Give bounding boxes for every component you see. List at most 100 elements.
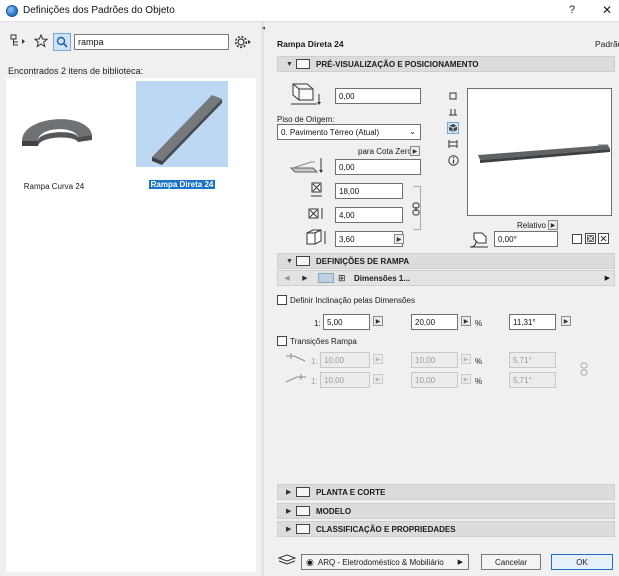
cota-zero-label: para Cota Zero <box>358 147 412 156</box>
transition-end-percent-arrow[interactable]: ▶ <box>461 374 471 384</box>
layer-select[interactable]: ◉ ARQ - Eletrodoméstico & Mobiliário ▶ <box>301 554 469 570</box>
window-title: Definições dos Padrões do Objeto <box>23 5 175 16</box>
section-title: PRÉ-VISUALIZAÇÃO E POSICIONAMENTO <box>316 59 479 69</box>
help-button[interactable]: ? <box>569 4 575 16</box>
plan-section-icon <box>296 487 310 497</box>
width-icon <box>310 181 324 199</box>
preview-canvas <box>467 88 612 216</box>
mirror-checkbox[interactable] <box>572 234 582 244</box>
slope-percent-arrow[interactable]: ▶ <box>461 316 471 326</box>
section-classification-header[interactable]: ▶ CLASSIFICAÇÃO E PROPRIEDADES <box>277 521 615 537</box>
height-value: 3,60 <box>339 235 355 244</box>
transition-link-icon[interactable] <box>579 354 589 384</box>
section-preview-header[interactable]: ▼ PRÉ-VISUALIZAÇÃO E POSICIONAMENTO <box>277 56 615 72</box>
library-item-straight-ramp[interactable]: Rampa Direta 24 <box>136 81 228 189</box>
mirror-y-icon <box>598 233 609 244</box>
height-arrow-toggle[interactable]: ▶ <box>394 234 404 244</box>
transitions-checkbox[interactable] <box>277 336 287 346</box>
slope-angle-arrow[interactable]: ▶ <box>561 316 571 326</box>
cota-elevation-icon <box>287 156 327 176</box>
slope-by-dimensions-checkbox[interactable] <box>277 295 287 305</box>
favorites-star-icon[interactable] <box>32 33 50 49</box>
rotation-angle-icon <box>468 229 492 249</box>
percent-unit: % <box>475 319 483 328</box>
transition-start-ratio-arrow[interactable]: ▶ <box>373 354 383 364</box>
title-bar: Definições dos Padrões do Objeto ? ✕ <box>0 0 619 22</box>
transition-start-ratio[interactable]: 10,00 <box>320 352 370 368</box>
section-ramp-header[interactable]: ▼ DEFINIÇÕES DE RAMPA <box>277 253 615 269</box>
slope-percent-field[interactable]: 20,00 <box>411 314 458 330</box>
section-model-header[interactable]: ▶ MODELO <box>277 503 615 519</box>
layer-value: ARQ - Eletrodoméstico & Mobiliário <box>317 557 444 567</box>
origin-story-value: 0. Pavimento Térreo (Atual) <box>281 128 380 137</box>
library-item-label: Rampa Curva 24 <box>23 182 85 191</box>
chevron-right-icon: ▶ <box>286 489 292 496</box>
height-field[interactable]: 3,60 <box>335 231 403 247</box>
slope-ratio-field[interactable]: 5,00 <box>323 314 370 330</box>
transition-start-angle[interactable]: 5,71° <box>509 352 556 368</box>
section-title: CLASSIFICAÇÃO E PROPRIEDADES <box>316 524 456 534</box>
previous-tab-icon[interactable]: ◀ <box>278 274 296 282</box>
chain-link-icon[interactable] <box>410 202 422 216</box>
transitions-label: Transições Rampa <box>290 337 357 346</box>
next-tab-icon[interactable]: ▶ <box>296 274 314 282</box>
transition-end-percent[interactable]: 10,00 <box>411 372 458 388</box>
section-plan-header[interactable]: ▶ PLANTA E CORTE <box>277 484 615 500</box>
ratio-prefix: 1: <box>314 319 321 328</box>
tab-menu-arrow-icon[interactable]: ▶ <box>605 274 610 282</box>
section-title: PLANTA E CORTE <box>316 487 386 497</box>
box-elevation-icon <box>287 80 325 110</box>
cancel-button[interactable]: Cancelar <box>481 554 541 570</box>
transition-start-percent[interactable]: 10,00 <box>411 352 458 368</box>
ratio-prefix: 1: <box>311 377 318 386</box>
relative-label: Relativo <box>517 221 546 230</box>
slope-ratio-arrow[interactable]: ▶ <box>373 316 383 326</box>
layer-icon <box>277 553 297 567</box>
info-icon[interactable] <box>447 154 459 166</box>
panel-splitter[interactable] <box>261 22 264 576</box>
search-input[interactable]: rampa <box>74 34 229 50</box>
cota-zero-field[interactable]: 0,00 <box>335 159 421 175</box>
settings-panel: Rampa Direta 24 Padrão ▼ PRÉ-VISUALIZAÇÃ… <box>265 22 619 576</box>
transition-start-percent-arrow[interactable]: ▶ <box>461 354 471 364</box>
origin-story-label: Piso de Origem: <box>277 115 335 124</box>
ramp-tab-toolbar: ◀ ▶ ⊞ Dimensões 1... ▶ <box>277 270 615 286</box>
length-field[interactable]: 4,00 <box>335 207 403 223</box>
plan-view-icon[interactable] <box>447 90 459 102</box>
curved-ramp-thumbnail <box>8 83 100 169</box>
found-items-label: Encontrados 2 itens de biblioteca: <box>8 66 144 76</box>
transition-end-ratio-arrow[interactable]: ▶ <box>373 374 383 384</box>
section-view-icon[interactable] <box>447 106 459 118</box>
chevron-right-icon: ▶ <box>286 526 292 533</box>
library-tree-icon[interactable] <box>8 33 30 49</box>
gear-icon[interactable] <box>233 33 253 51</box>
close-button[interactable]: ✕ <box>602 3 612 17</box>
chevron-right-icon: ▶ <box>286 508 292 515</box>
model-section-icon <box>296 506 310 516</box>
layer-menu-arrow-icon: ▶ <box>457 559 463 566</box>
transition-end-angle[interactable]: 5,71° <box>509 372 556 388</box>
tab-list-icon[interactable] <box>318 273 334 283</box>
archicad-icon <box>6 5 18 17</box>
rotation-angle-field[interactable]: 0,00° <box>494 231 558 247</box>
transition-end-icon <box>285 372 307 384</box>
relative-toggle[interactable]: ▶ <box>548 220 558 230</box>
origin-story-select[interactable]: 0. Pavimento Térreo (Atual) ⌄ <box>277 124 421 140</box>
elevation-view-icon[interactable] <box>447 138 459 150</box>
section-title: MODELO <box>316 506 352 516</box>
dimensions-icon: ⊞ <box>338 272 346 283</box>
transition-end-ratio[interactable]: 10,00 <box>320 372 370 388</box>
slope-angle-field[interactable]: 11,31° <box>509 314 556 330</box>
ramp-tab-label[interactable]: Dimensões 1... <box>354 274 410 283</box>
height-icon <box>305 228 329 246</box>
chevron-down-icon: ⌄ <box>409 127 416 136</box>
3d-view-icon[interactable] <box>447 122 459 134</box>
library-item-curved-ramp[interactable]: Rampa Curva 24 <box>8 83 100 191</box>
ok-button[interactable]: OK <box>551 554 613 570</box>
width-field[interactable]: 18,00 <box>335 183 403 199</box>
elevation-field[interactable]: 0,00 <box>335 88 421 104</box>
percent-unit: % <box>475 357 483 366</box>
cota-zero-toggle[interactable]: ▶ <box>410 146 420 156</box>
length-icon <box>307 207 327 221</box>
search-icon[interactable] <box>53 33 71 51</box>
